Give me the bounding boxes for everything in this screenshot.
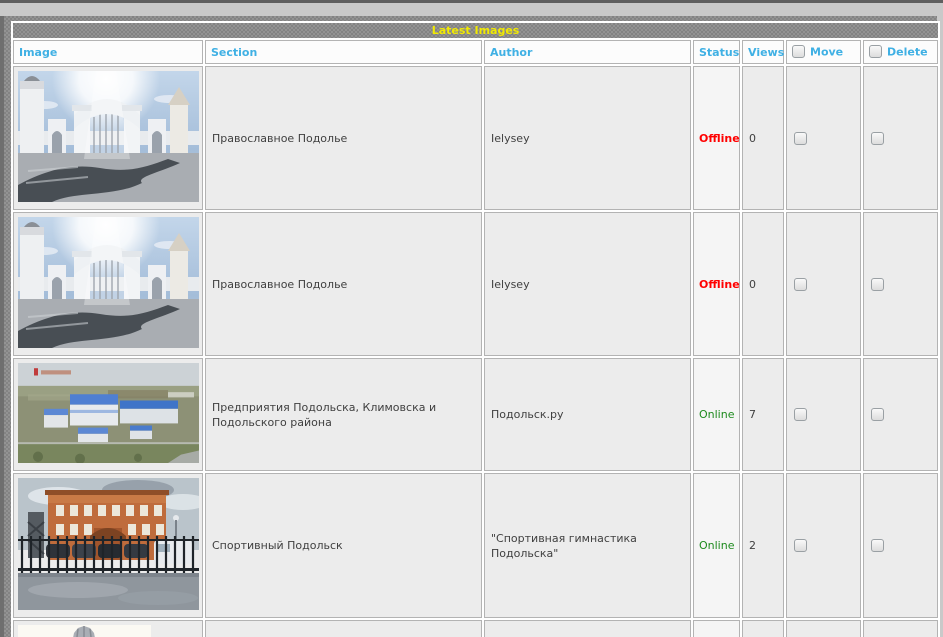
status-cell: Offline — [693, 212, 740, 356]
column-header-author: Author — [484, 40, 691, 64]
status-badge: Online — [699, 539, 735, 552]
table-row: Предприятия Подольска, Климовска и Подол… — [13, 358, 939, 471]
column-header-label: Author — [490, 45, 533, 59]
column-header-label: Section — [211, 45, 258, 59]
column-header-status: Status — [693, 40, 740, 64]
select-all-move-checkbox[interactable] — [792, 44, 805, 58]
image-cell — [13, 473, 203, 618]
page-background: Latest Images Image Section Author Statu… — [0, 16, 941, 637]
status-cell: Online — [693, 358, 740, 471]
section-cell: Православное Подолье — [205, 66, 482, 210]
author-label: Ielysey — [491, 131, 530, 145]
move-cell — [786, 212, 861, 356]
author-cell: Ielysey — [484, 66, 691, 210]
table-row: Православное Подолье Ielysey Offline 0 — [13, 66, 939, 210]
column-header-views: Views — [742, 40, 784, 64]
delete-cell — [863, 212, 939, 356]
move-cell — [786, 66, 861, 210]
photo-gate-arch — [18, 217, 199, 348]
status-cell: Online — [693, 473, 740, 618]
image-thumbnail[interactable] — [18, 217, 199, 348]
section-label: Спортивный Подольск — [212, 539, 343, 552]
move-checkbox[interactable] — [794, 539, 807, 553]
column-header-label: Image — [19, 45, 58, 59]
section-label: Православное Подолье — [212, 131, 348, 145]
section-label: Предприятия Подольска, Климовска и Подол… — [212, 400, 437, 429]
author-cell: Подольск.ру — [484, 358, 691, 471]
image-cell — [13, 358, 203, 471]
column-header-delete: Delete — [863, 40, 939, 64]
table-body: Православное Подолье Ielysey Offline 0 П… — [13, 66, 939, 637]
views-cell: 7 — [742, 358, 784, 471]
column-header-label: Delete — [887, 45, 928, 58]
section-cell: Спортивный Подольск — [205, 473, 482, 618]
author-cell: "Спортивная гимнастика Подольска" — [484, 473, 691, 618]
status-badge: Offline — [699, 131, 740, 145]
delete-checkbox[interactable] — [871, 277, 884, 291]
section-label: Православное Подолье — [212, 277, 348, 291]
column-header-label: Status — [699, 45, 740, 59]
table-title: Latest Images — [13, 23, 939, 38]
photo-coat-of-arms — [18, 625, 151, 637]
move-cell — [786, 620, 861, 637]
delete-checkbox[interactable] — [871, 131, 884, 145]
status-cell: Offline — [693, 66, 740, 210]
views-cell: 0 — [742, 66, 784, 210]
table-row — [13, 620, 939, 637]
delete-checkbox[interactable] — [871, 408, 884, 422]
views-count: 0 — [749, 277, 756, 291]
photo-industrial-aerial — [18, 363, 199, 463]
column-header-section: Section — [205, 40, 482, 64]
author-label: Подольск.ру — [491, 408, 564, 421]
column-header-image: Image — [13, 40, 203, 64]
image-cell — [13, 212, 203, 356]
author-cell — [484, 620, 691, 637]
move-checkbox[interactable] — [794, 277, 807, 291]
column-header-label: Views — [748, 45, 785, 59]
section-cell: Предприятия Подольска, Климовска и Подол… — [205, 358, 482, 471]
views-count: 2 — [749, 539, 756, 552]
image-cell — [13, 66, 203, 210]
column-header-move: Move — [786, 40, 861, 64]
move-cell — [786, 473, 861, 618]
views-cell: 2 — [742, 473, 784, 618]
screen: Latest Images Image Section Author Statu… — [0, 0, 943, 637]
table-row: Спортивный Подольск "Спортивная гимнасти… — [13, 473, 939, 618]
status-badge: Online — [699, 408, 735, 421]
photo-gate-arch — [18, 71, 199, 202]
views-count: 7 — [749, 408, 756, 421]
delete-cell — [863, 358, 939, 471]
views-count: 0 — [749, 131, 756, 145]
status-badge: Offline — [699, 277, 740, 291]
top-divider-bar — [0, 0, 943, 3]
table-header-row: Image Section Author Status Views Move D… — [13, 40, 939, 64]
image-thumbnail[interactable] — [18, 625, 151, 637]
delete-checkbox[interactable] — [871, 539, 884, 553]
delete-cell — [863, 620, 939, 637]
image-thumbnail[interactable] — [18, 71, 199, 202]
author-label: "Спортивная гимнастика Подольска" — [491, 531, 637, 560]
author-cell: Ielysey — [484, 212, 691, 356]
photo-brick-building — [18, 478, 199, 610]
column-header-label: Move — [810, 45, 844, 58]
latest-images-table: Latest Images Image Section Author Statu… — [11, 21, 941, 637]
author-label: Ielysey — [491, 277, 530, 291]
status-cell — [693, 620, 740, 637]
image-thumbnail[interactable] — [18, 478, 199, 610]
image-thumbnail[interactable] — [18, 363, 199, 463]
move-checkbox[interactable] — [794, 131, 807, 145]
select-all-delete-checkbox[interactable] — [869, 44, 882, 58]
move-cell — [786, 358, 861, 471]
views-cell — [742, 620, 784, 637]
section-cell: Православное Подолье — [205, 212, 482, 356]
image-cell — [13, 620, 203, 637]
section-cell — [205, 620, 482, 637]
delete-cell — [863, 473, 939, 618]
table-title-row: Latest Images — [13, 23, 939, 38]
table-row: Православное Подолье Ielysey Offline 0 — [13, 212, 939, 356]
move-checkbox[interactable] — [794, 408, 807, 422]
views-cell: 0 — [742, 212, 784, 356]
delete-cell — [863, 66, 939, 210]
